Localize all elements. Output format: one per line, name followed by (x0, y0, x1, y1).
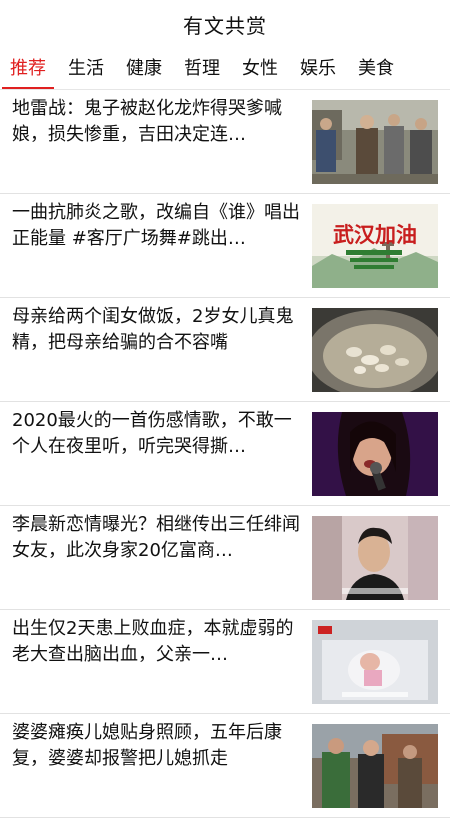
tab-philosophy[interactable]: 哲理 (184, 48, 220, 89)
drama-scene-graphic (312, 100, 438, 184)
wuhan-poster-image[interactable]: 武汉加油 (312, 204, 438, 288)
wuhan-poster-graphic: 武汉加油 (312, 204, 438, 288)
feed-item[interactable]: 地雷战：鬼子被赵化龙炸得哭爹喊娘，损失惨重，吉田决定连… (0, 90, 450, 194)
feed-item-title[interactable]: 母亲给两个闺女做饭，2岁女儿真鬼精，把母亲给骗的合不容嘴 (12, 304, 300, 356)
app-title: 有文共赏 (183, 13, 267, 38)
village-scene-graphic (312, 724, 438, 808)
feed-item-title[interactable]: 出生仅2天患上败血症，本就虚弱的老大查出脑出血，父亲一… (12, 616, 300, 668)
celebrity-photo-graphic (312, 516, 438, 600)
app-header: 有文共赏 (0, 0, 450, 48)
singer-performance-graphic (312, 412, 438, 496)
poster-text: 武汉加油 (333, 222, 417, 247)
village-scene-image[interactable] (312, 724, 438, 808)
feed-item[interactable]: 一曲抗肺炎之歌，改编自《谁》唱出正能量 #客厅广场舞#跳出… 武汉加油 (0, 194, 450, 298)
article-feed: 地雷战：鬼子被赵化龙炸得哭爹喊娘，损失惨重，吉田决定连… 一曲抗肺炎之歌，改编自… (0, 90, 450, 818)
feed-item[interactable]: 母亲给两个闺女做饭，2岁女儿真鬼精，把母亲给骗的合不容嘴 (0, 298, 450, 402)
feed-item-title[interactable]: 2020最火的一首伤感情歌，不敢一个人在夜里听，听完哭得撕… (12, 408, 300, 460)
tab-entertainment[interactable]: 娱乐 (300, 48, 336, 89)
tab-food[interactable]: 美食 (358, 48, 394, 89)
cooking-wok-image[interactable] (312, 308, 438, 392)
feed-item-title[interactable]: 婆婆瘫痪儿媳贴身照顾，五年后康复，婆婆却报警把儿媳抓走 (12, 720, 300, 772)
cooking-wok-graphic (312, 308, 438, 392)
drama-scene-image[interactable] (312, 100, 438, 184)
feed-item-title[interactable]: 李晨新恋情曝光？相继传出三任绯闻女友，此次身家20亿富商… (12, 512, 300, 564)
tab-life[interactable]: 生活 (68, 48, 104, 89)
feed-item[interactable]: 2020最火的一首伤感情歌，不敢一个人在夜里听，听完哭得撕… (0, 402, 450, 506)
celebrity-photo-image[interactable] (312, 516, 438, 600)
feed-item-title[interactable]: 地雷战：鬼子被赵化龙炸得哭爹喊娘，损失惨重，吉田决定连… (12, 96, 300, 148)
feed-item-title[interactable]: 一曲抗肺炎之歌，改编自《谁》唱出正能量 #客厅广场舞#跳出… (12, 200, 300, 252)
tab-health[interactable]: 健康 (126, 48, 162, 89)
newborn-hospital-image[interactable] (312, 620, 438, 704)
tab-recommended[interactable]: 推荐 (2, 48, 54, 89)
category-tabs: 推荐 生活 健康 哲理 女性 娱乐 美食 (0, 48, 450, 90)
tab-women[interactable]: 女性 (242, 48, 278, 89)
newborn-hospital-graphic (312, 620, 438, 704)
feed-item[interactable]: 李晨新恋情曝光？相继传出三任绯闻女友，此次身家20亿富商… (0, 506, 450, 610)
singer-performance-image[interactable] (312, 412, 438, 496)
feed-item[interactable]: 婆婆瘫痪儿媳贴身照顾，五年后康复，婆婆却报警把儿媳抓走 (0, 714, 450, 818)
feed-item[interactable]: 出生仅2天患上败血症，本就虚弱的老大查出脑出血，父亲一… (0, 610, 450, 714)
